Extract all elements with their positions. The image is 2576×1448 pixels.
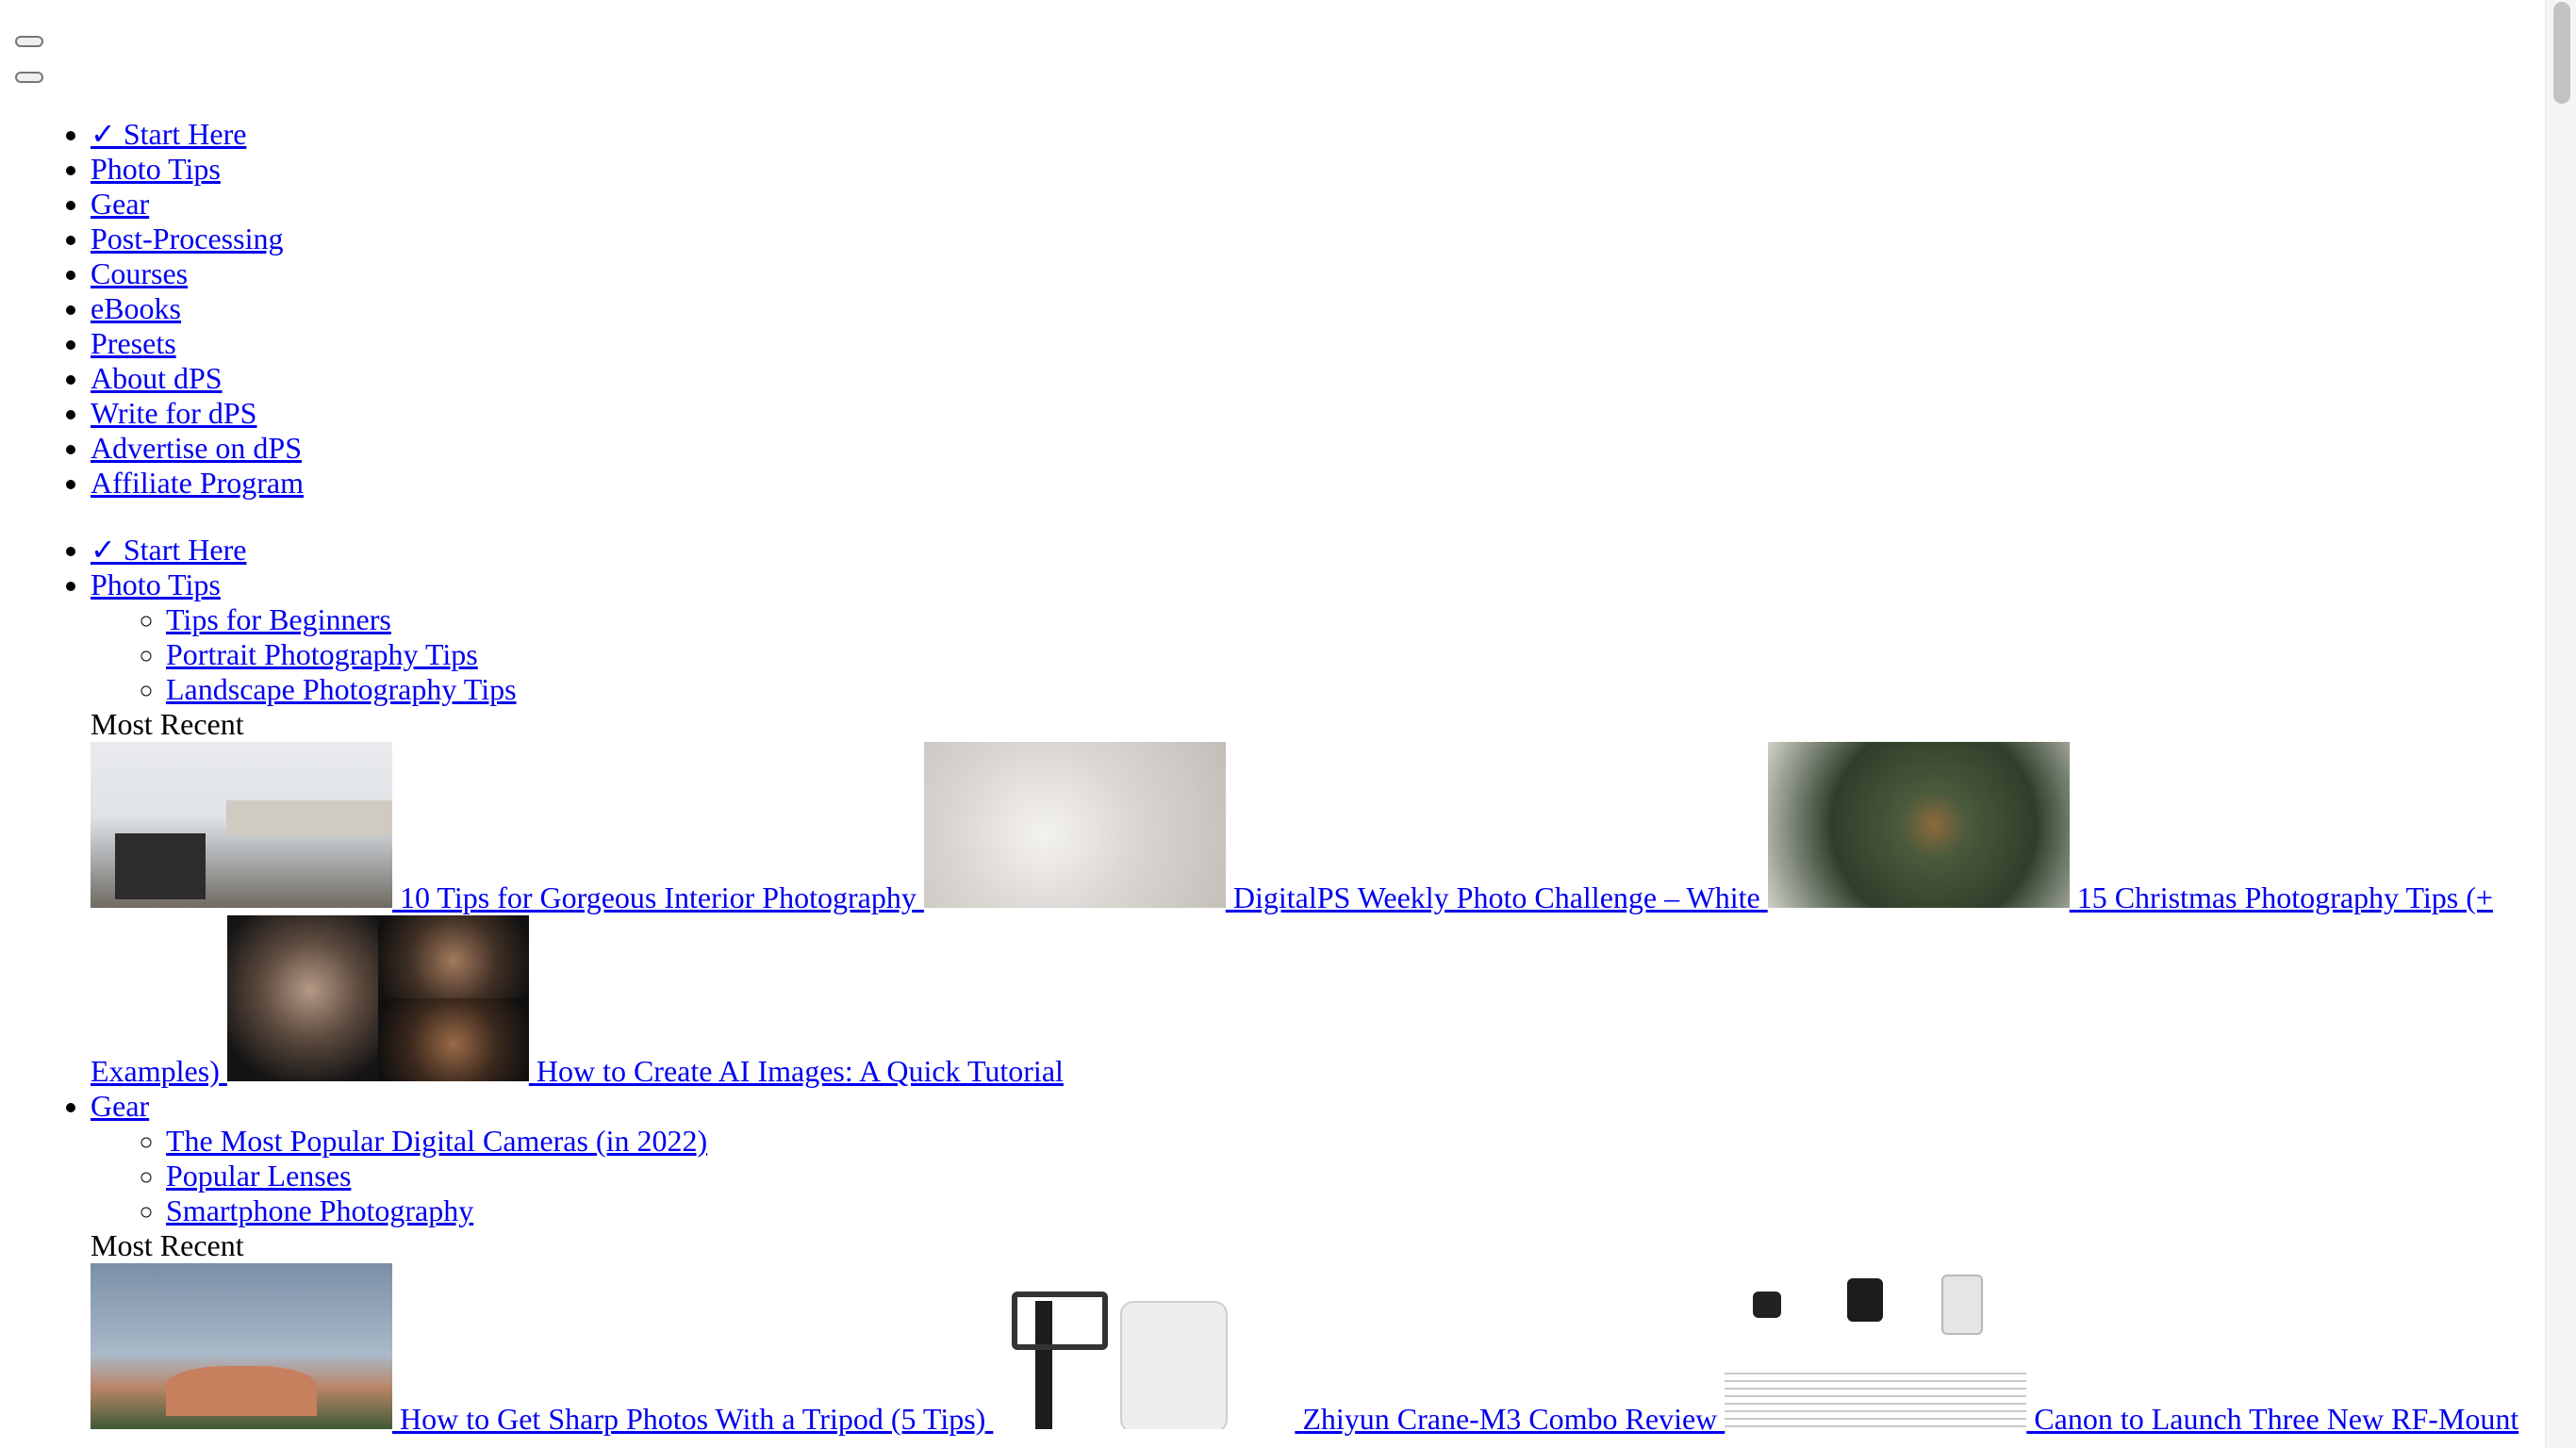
- article-title: How to Create AI Images: A Quick Tutoria…: [536, 1054, 1064, 1088]
- recent-article-link[interactable]: 10 Tips for Gorgeous Interior Photograph…: [91, 742, 924, 914]
- nav-item: Gear: [91, 187, 304, 222]
- page: ✓ Start Here Photo Tips Gear Post-Proces…: [0, 0, 2546, 1448]
- submenu-link-portrait[interactable]: Portrait Photography Tips: [166, 637, 478, 671]
- article-title: DigitalPS Weekly Photo Challenge – White: [1232, 880, 1760, 914]
- nav-item: Courses: [91, 256, 304, 291]
- submenu-link-lenses[interactable]: Popular Lenses: [166, 1159, 351, 1193]
- nav-item: Presets: [91, 326, 304, 361]
- christmas-ornament-thumbnail: [1767, 742, 2070, 908]
- article-title: How to Get Sharp Photos With a Tripod (5…: [400, 1402, 986, 1436]
- submenu-item: Landscape Photography Tips: [166, 672, 2561, 707]
- recent-articles: How to Get Sharp Photos With a Tripod (5…: [91, 1263, 2523, 1437]
- nav-link-presets[interactable]: Presets: [91, 326, 176, 360]
- mega-nav: ✓ Start Here Photo Tips Tips for Beginne…: [0, 533, 2561, 1437]
- gear-submenu: The Most Popular Digital Cameras (in 202…: [91, 1124, 2561, 1228]
- mega-link-gear[interactable]: Gear: [91, 1089, 149, 1123]
- nav-item: Write for dPS: [91, 396, 304, 431]
- submenu-item: Portrait Photography Tips: [166, 637, 2561, 672]
- mega-nav-item: Photo Tips Tips for Beginners Portrait P…: [91, 568, 2561, 1089]
- recent-article-link[interactable]: How to Create AI Images: A Quick Tutoria…: [226, 915, 1064, 1088]
- nav-item: Affiliate Program: [91, 466, 304, 501]
- nav-link-start-here[interactable]: ✓ Start Here: [91, 117, 246, 151]
- submenu-link-landscape[interactable]: Landscape Photography Tips: [166, 672, 517, 706]
- recent-article-link[interactable]: How to Get Sharp Photos With a Tripod (5…: [91, 1263, 993, 1436]
- nav-item: Advertise on dPS: [91, 431, 304, 466]
- recent-article-link[interactable]: Zhiyun Crane-M3 Combo Review: [993, 1263, 1725, 1436]
- submenu-link-beginners[interactable]: Tips for Beginners: [166, 602, 391, 636]
- submenu-item: Tips for Beginners: [166, 602, 2561, 637]
- canon-lenses-thumbnail: [1725, 1263, 2027, 1429]
- recent-article-link[interactable]: Canon to Launch Three New RF-Mount: [1725, 1263, 2519, 1436]
- scrollbar-thumb[interactable]: [2553, 2, 2570, 104]
- recent-articles: 10 Tips for Gorgeous Interior Photograph…: [91, 742, 2523, 1089]
- submenu-item: Popular Lenses: [166, 1159, 2561, 1193]
- nav-item: Post-Processing: [91, 222, 304, 256]
- nav-item: About dPS: [91, 361, 304, 396]
- nav-link-advertise[interactable]: Advertise on dPS: [91, 431, 302, 465]
- photo-tips-submenu: Tips for Beginners Portrait Photography …: [91, 602, 2561, 707]
- nav-link-affiliate[interactable]: Affiliate Program: [91, 466, 304, 500]
- nav-link-courses[interactable]: Courses: [91, 256, 188, 290]
- article-title: Canon to Launch Three New RF-Mount: [2034, 1402, 2519, 1436]
- submenu-link-smartphone[interactable]: Smartphone Photography: [166, 1193, 473, 1227]
- nav-link-post-processing[interactable]: Post-Processing: [91, 222, 283, 255]
- nav-item: eBooks: [91, 291, 304, 326]
- white-feather-thumbnail: [923, 742, 1226, 908]
- nav-link-gear[interactable]: Gear: [91, 187, 149, 221]
- primary-nav: ✓ Start Here Photo Tips Gear Post-Proces…: [0, 117, 304, 501]
- submenu-link-cameras[interactable]: The Most Popular Digital Cameras (in 202…: [166, 1124, 707, 1158]
- ai-portraits-thumbnail: [226, 915, 529, 1081]
- nav-link-about[interactable]: About dPS: [91, 361, 223, 395]
- article-title: 10 Tips for Gorgeous Interior Photograph…: [400, 880, 916, 914]
- nav-item: Photo Tips: [91, 152, 304, 187]
- submenu-item: The Most Popular Digital Cameras (in 202…: [166, 1124, 2561, 1159]
- article-title: Zhiyun Crane-M3 Combo Review: [1302, 1402, 1718, 1436]
- nav-item: ✓ Start Here: [91, 117, 304, 152]
- recent-article-link[interactable]: DigitalPS Weekly Photo Challenge – White: [923, 742, 1768, 914]
- nav-link-photo-tips[interactable]: Photo Tips: [91, 152, 221, 186]
- palace-palm-trees-thumbnail: [91, 1263, 392, 1429]
- most-recent-heading: Most Recent: [91, 707, 244, 741]
- mega-nav-item: ✓ Start Here: [91, 533, 2561, 568]
- gimbal-kit-thumbnail: [993, 1263, 1296, 1429]
- interior-kitchen-thumbnail: [91, 742, 392, 908]
- nav-link-ebooks[interactable]: eBooks: [91, 291, 181, 325]
- mega-link-start-here[interactable]: ✓ Start Here: [91, 533, 246, 567]
- most-recent-heading: Most Recent: [91, 1228, 244, 1262]
- mega-nav-item: Gear The Most Popular Digital Cameras (i…: [91, 1089, 2561, 1437]
- nav-link-write[interactable]: Write for dPS: [91, 396, 256, 430]
- search-toggle-button[interactable]: [15, 72, 43, 83]
- mega-link-photo-tips[interactable]: Photo Tips: [91, 568, 221, 601]
- scrollbar[interactable]: [2545, 0, 2576, 1448]
- menu-toggle-button[interactable]: [15, 36, 43, 47]
- submenu-item: Smartphone Photography: [166, 1193, 2561, 1228]
